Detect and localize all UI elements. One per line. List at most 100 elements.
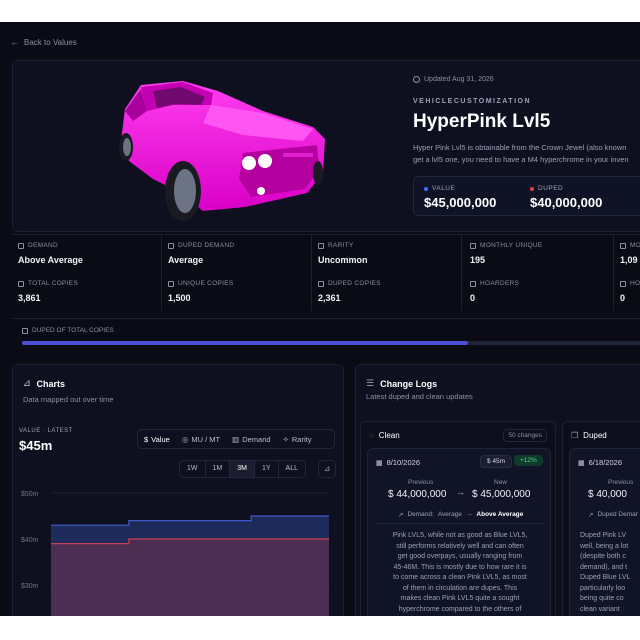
trend-icon: ↗ bbox=[398, 512, 404, 519]
stat-value: 195 bbox=[470, 255, 486, 265]
range-1m[interactable]: 1M bbox=[206, 461, 231, 477]
stat-label: UNIQUE COPIES bbox=[178, 280, 234, 287]
note-line: Duped Blue LVL bbox=[580, 574, 631, 581]
item-description: Hyper Pink Lvl5 is obtainable from the C… bbox=[413, 142, 640, 166]
stat-hoarders: HOARDERS 0 bbox=[464, 273, 614, 311]
stat-unique-copies: UNIQUE COPIES 1,500 bbox=[162, 273, 312, 311]
arrow-right-icon: → bbox=[456, 487, 465, 497]
stat-monthly-unique: MONTHLY UNIQUE 195 bbox=[464, 235, 614, 273]
stat-hoarded: HO 0 bbox=[614, 273, 640, 311]
stat-value: Average bbox=[168, 255, 204, 265]
duped-ratio-label: DUPED OF TOTAL COPIES bbox=[32, 327, 114, 334]
stat-label: DUPED COPIES bbox=[328, 280, 381, 287]
tab-rarity[interactable]: ✧ Rarity bbox=[277, 435, 318, 444]
previous-label: Previous bbox=[608, 479, 634, 486]
tab-label: Value bbox=[151, 434, 170, 444]
range-1w[interactable]: 1W bbox=[180, 461, 206, 477]
item-category: VEHICLECUSTOMIZATION bbox=[413, 98, 532, 105]
duped-dot-icon bbox=[530, 186, 534, 191]
charts-panel: ⊿ Charts Data mapped out over time VALUE … bbox=[12, 364, 344, 616]
note-line: to come across a clean Pink LVL5, as mos… bbox=[393, 574, 527, 581]
duped-log-entry[interactable]: ▦ 6/18/2026 Previous $ 40,000 ↗ Duped Dem… bbox=[569, 448, 640, 616]
arrow-right-icon: → bbox=[465, 511, 473, 518]
stat-value: 1,09 bbox=[620, 255, 638, 265]
traded-icon bbox=[620, 242, 626, 249]
item-title: HyperPink Lvl5 bbox=[413, 111, 551, 132]
demand-to: Above Average bbox=[476, 511, 524, 518]
stat-label: TOTAL COPIES bbox=[28, 280, 79, 287]
note-line: still performs relatively well and can o… bbox=[396, 542, 524, 550]
clean-log-entry[interactable]: ▦ 8/10/2026 $ 45m +12% Previous $ 44,000,… bbox=[367, 448, 551, 616]
note-line: (despite both c bbox=[580, 553, 626, 560]
stat-label: HOARDERS bbox=[480, 280, 520, 287]
shield-icon: ◎ bbox=[181, 434, 189, 444]
duped-demand-change: ↗ Duped Demar bbox=[588, 511, 638, 519]
tab-mu-mt[interactable]: ◎ MU / MT bbox=[176, 435, 226, 444]
value-block: VALUE $45,000,000 bbox=[424, 185, 496, 210]
demand-from: Average bbox=[437, 511, 462, 518]
stat-duped-copies: DUPED COPIES 2,361 bbox=[312, 273, 462, 311]
charts-title: Charts bbox=[36, 378, 66, 389]
trend-icon: ↗ bbox=[588, 512, 594, 519]
note-line: well, being a lot bbox=[580, 542, 629, 550]
stat-total-copies: TOTAL COPIES 3,861 bbox=[12, 273, 162, 311]
divider bbox=[376, 523, 544, 524]
duped-demand-label: Duped Demar bbox=[597, 511, 638, 518]
clean-log: ◌ Clean 50 changes ▦ 8/10/2026 $ 45m +12% … bbox=[360, 421, 556, 616]
value-amount: $45,000,000 bbox=[424, 195, 497, 210]
duped-copies-icon bbox=[318, 280, 324, 287]
logs-subtitle: Latest duped and clean updates bbox=[366, 392, 473, 401]
tab-label: MU / MT bbox=[191, 434, 221, 444]
note-line: hyperchrome compared to the others of bbox=[398, 605, 522, 613]
stat-label: MO bbox=[630, 242, 640, 249]
chart-icon: ⊿ bbox=[323, 464, 331, 473]
stat-value: Above Average bbox=[18, 255, 83, 265]
updated-text: Updated Aug 31, 2026 bbox=[424, 76, 494, 83]
calendar-icon: ▦ bbox=[578, 459, 585, 467]
latest-value: $45m bbox=[19, 438, 53, 453]
range-3m[interactable]: 3M bbox=[230, 461, 255, 477]
duped-title: Duped bbox=[583, 431, 607, 440]
duped-ratio-fill bbox=[22, 341, 469, 345]
stat-label: DUPED DEMAND bbox=[178, 242, 235, 249]
latest-value-label: VALUE · LATEST bbox=[19, 428, 73, 434]
duped-ratio-track bbox=[22, 341, 640, 345]
demand-prefix: Demand: bbox=[407, 511, 434, 518]
duped-log: ❐ Duped ▦ 6/18/2026 Previous $ 40,000 ↗ Du… bbox=[562, 421, 640, 616]
clock-icon bbox=[413, 76, 420, 83]
y-tick-label: $50m bbox=[21, 491, 39, 498]
tab-value[interactable]: $ Value bbox=[138, 435, 176, 444]
stat-monthly-traded: MO 1,09 bbox=[614, 235, 640, 273]
demand-icon bbox=[18, 242, 24, 249]
demand-change: ↗ Demand: Average → Above Average bbox=[398, 511, 523, 519]
description-line: get a lvl5 one, you need to have a M4 hy… bbox=[413, 155, 629, 164]
back-link-label: Back to Values bbox=[24, 37, 77, 47]
stat-value: Uncommon bbox=[318, 255, 368, 265]
arrow-left-icon: ← bbox=[10, 37, 19, 47]
duped-block: DUPED $40,000,000 bbox=[530, 185, 602, 210]
range-all[interactable]: ALL bbox=[279, 461, 305, 477]
range-1y[interactable]: 1Y bbox=[255, 461, 279, 477]
stat-value: 2,361 bbox=[318, 293, 341, 303]
series-area-duped bbox=[51, 539, 329, 616]
stat-label: RARITY bbox=[328, 242, 354, 249]
stat-value: 1,500 bbox=[168, 293, 191, 303]
tab-demand[interactable]: ▥ Demand bbox=[226, 435, 276, 444]
stat-value: 0 bbox=[620, 293, 626, 303]
range-selector: 1W 1M 3M 1Y ALL bbox=[179, 460, 306, 478]
dollar-icon: $ bbox=[144, 434, 149, 444]
chart-type-toggle[interactable]: ⊿ bbox=[318, 460, 336, 478]
entry-change-pill: +12% bbox=[514, 455, 543, 466]
note-line: clean variant bbox=[580, 605, 620, 613]
charts-subtitle: Data mapped out over time bbox=[23, 395, 114, 404]
note-line: of them in circulation are dupes. This bbox=[402, 584, 518, 592]
rarity-icon bbox=[318, 242, 324, 249]
copy-icon: ❐ bbox=[571, 431, 579, 440]
unique-icon bbox=[168, 280, 174, 287]
previous-value: $ 40,000 bbox=[588, 489, 627, 500]
duped-label: DUPED bbox=[538, 185, 564, 192]
duped-demand-icon bbox=[168, 242, 174, 249]
back-link[interactable]: ← Back to Values bbox=[10, 37, 77, 47]
value-card: VALUE $45,000,000 DUPED $40,000,000 bbox=[413, 176, 640, 216]
stat-label: DEMAND bbox=[28, 242, 58, 249]
